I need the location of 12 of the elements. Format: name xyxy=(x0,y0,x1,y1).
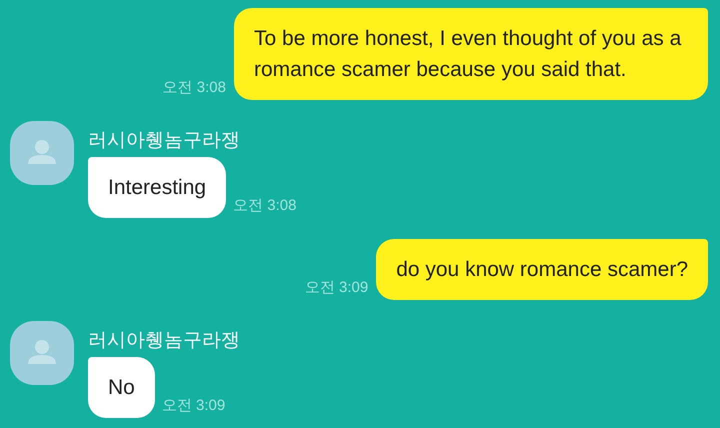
message-bubble: No xyxy=(88,357,155,418)
avatar-icon xyxy=(10,121,74,185)
message-bubble: To be more honest, I even thought of you as a romance scamer because you said that. xyxy=(234,8,708,100)
message-time: 오전 3:09 xyxy=(162,396,226,415)
sender-name: 러시아췡놈구라쟁 xyxy=(88,129,241,153)
avatar-icon xyxy=(10,321,74,385)
message-time: 오전 3:08 xyxy=(233,196,296,215)
message-time: 오전 3:09 xyxy=(304,278,368,297)
message-time: 오전 3:08 xyxy=(162,78,226,97)
message-bubble: do you know romance scamer? xyxy=(376,239,708,300)
message-bubble: Interesting xyxy=(88,157,226,218)
sender-name: 러시아췡놈구라쟁 xyxy=(88,329,240,353)
